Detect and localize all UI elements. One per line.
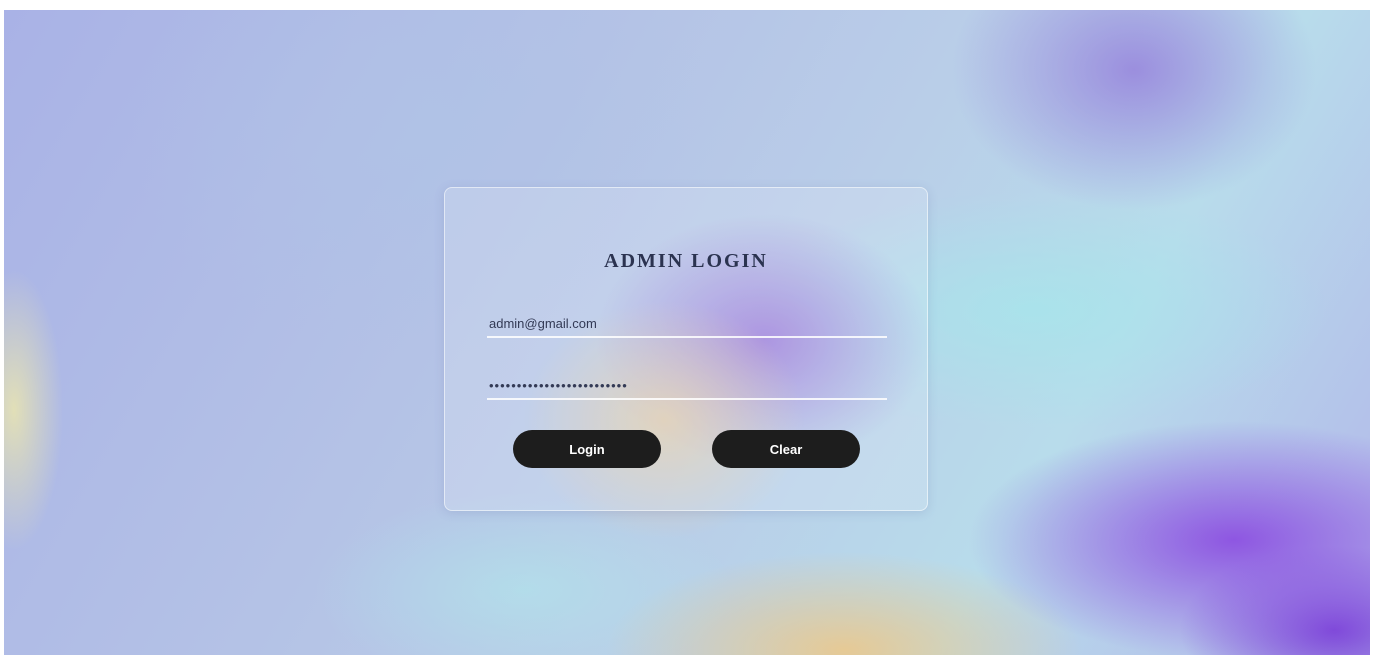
login-button[interactable]: Login (513, 430, 661, 468)
password-field[interactable] (487, 372, 887, 400)
login-card: ADMIN LOGIN Login Clear (444, 187, 928, 511)
email-field[interactable] (487, 310, 887, 338)
page-title: ADMIN LOGIN (604, 250, 768, 272)
clear-button[interactable]: Clear (712, 430, 860, 468)
page-background: ADMIN LOGIN Login Clear (4, 10, 1370, 655)
